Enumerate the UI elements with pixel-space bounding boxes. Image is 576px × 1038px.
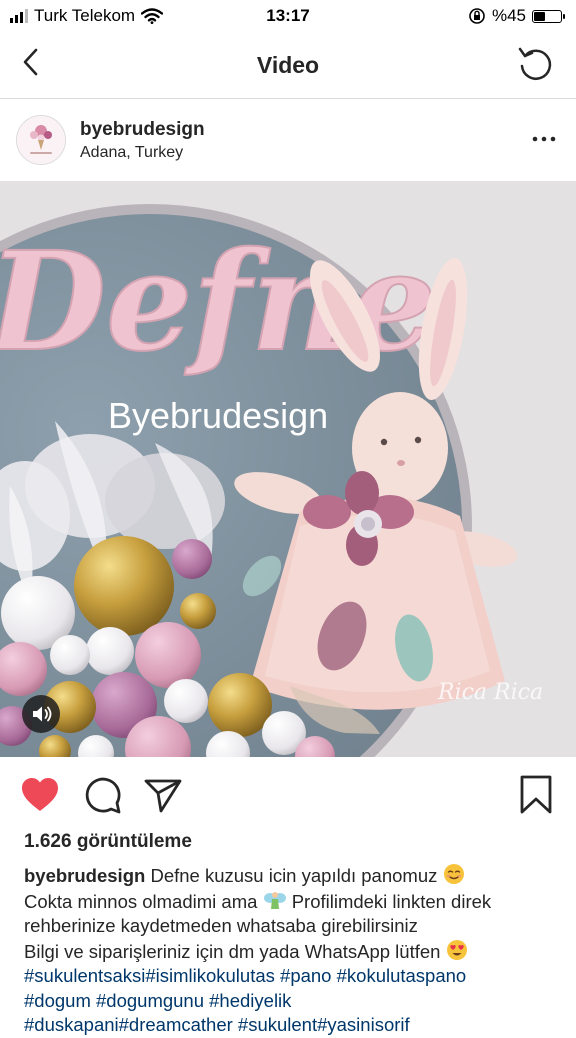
caption-text: Defne kuzusu icin yapıldı panomuz bbox=[150, 865, 438, 886]
caption-line: byebrudesign Defne kuzusu icin yapıldı p… bbox=[24, 863, 564, 889]
bookmark-icon[interactable] bbox=[514, 773, 558, 817]
post-username[interactable]: byebrudesign bbox=[80, 119, 205, 141]
sound-toggle-button[interactable] bbox=[22, 695, 60, 733]
hashtag-line[interactable]: #duskapani#dreamcather #sukulent#yasinis… bbox=[24, 1013, 564, 1038]
heart-filled-icon[interactable] bbox=[18, 773, 62, 817]
brand-logo-icon bbox=[17, 116, 65, 164]
more-horizontal-icon[interactable] bbox=[526, 127, 562, 151]
post-location[interactable]: Adana, Turkey bbox=[80, 144, 183, 162]
battery-fill bbox=[534, 11, 545, 21]
hashtag-line[interactable]: #dogum #dogumgunu #hediyelik bbox=[24, 989, 564, 1014]
caption-line: rehberinize kaydetmeden whatsaba girebil… bbox=[24, 915, 418, 936]
post-header: byebrudesign Adana, Turkey bbox=[0, 99, 576, 181]
view-count[interactable]: 1.626 görüntüleme bbox=[24, 831, 192, 853]
speaker-icon bbox=[33, 706, 52, 722]
caption-text: Bilgi ve siparişleriniz için dm yada Wha… bbox=[24, 940, 441, 962]
overlay-brand: Byebrudesign bbox=[108, 395, 328, 436]
battery-icon bbox=[532, 9, 565, 23]
page-title: Video bbox=[256, 52, 320, 78]
post-caption: byebrudesign Defne kuzusu icin yapıldı p… bbox=[24, 863, 564, 1038]
send-icon[interactable] bbox=[141, 773, 185, 817]
comment-icon[interactable] bbox=[80, 773, 124, 817]
smiling-face-emoji-icon bbox=[443, 864, 464, 884]
caption-line: Cokta minnos olmadimi ama Profilimdeki l… bbox=[24, 889, 564, 915]
video-player[interactable]: Defne Byebrudesign Rica Rica bbox=[0, 181, 576, 757]
refresh-icon[interactable] bbox=[516, 44, 556, 84]
caption-text: Profilimdeki linkten direk bbox=[291, 890, 492, 912]
fairy-emoji-icon bbox=[263, 891, 286, 909]
caption-line: Bilgi ve siparişleriniz için dm yada Wha… bbox=[24, 939, 564, 965]
orientation-lock-icon bbox=[469, 8, 485, 24]
caption-text: Cokta minnos olmadimi ama bbox=[24, 890, 258, 912]
status-right: %45 bbox=[468, 6, 565, 26]
caption-username[interactable]: byebrudesign bbox=[24, 865, 145, 886]
heart-eyes-emoji-icon bbox=[446, 939, 467, 960]
post-actions bbox=[0, 757, 576, 829]
watermark: Rica Rica bbox=[437, 680, 543, 705]
video-frame: Defne Byebrudesign Rica Rica bbox=[0, 181, 576, 757]
avatar[interactable] bbox=[16, 115, 66, 165]
battery-percent: %45 bbox=[491, 6, 526, 25]
hashtag-line[interactable]: #sukulentsaksi#isimlikokulutas #pano #ko… bbox=[24, 964, 564, 989]
status-bar: Turk Telekom 13:17 %45 bbox=[0, 0, 576, 32]
nav-bar: Video bbox=[0, 32, 576, 99]
